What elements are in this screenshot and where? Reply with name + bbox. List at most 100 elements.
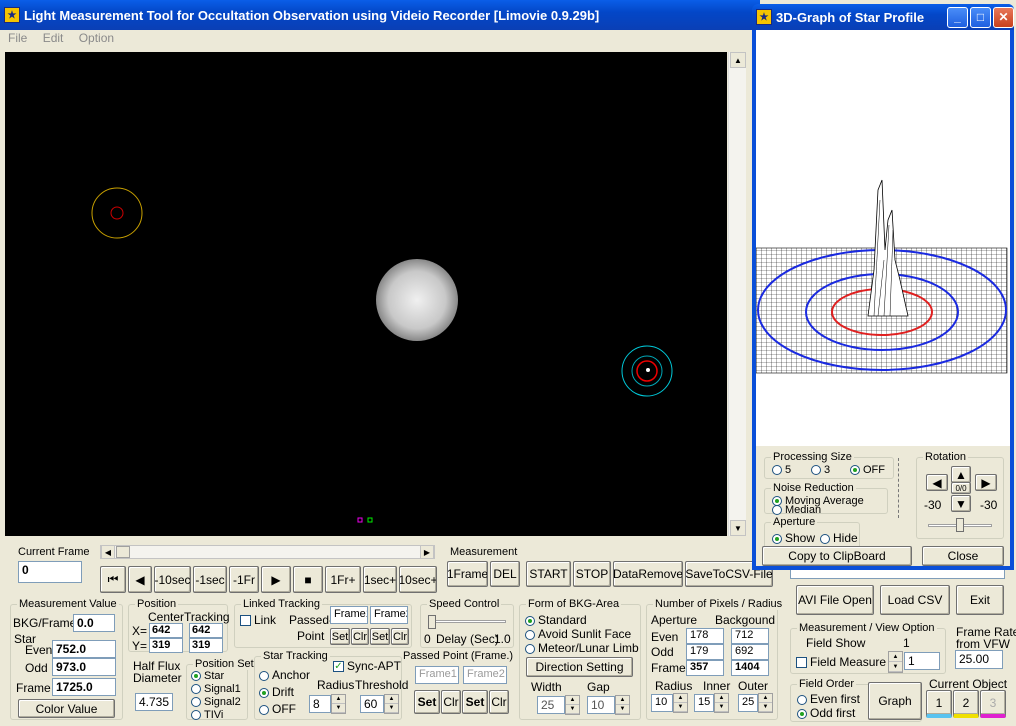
radio-standard[interactable] [525,615,535,626]
minimize-icon[interactable]: _ [947,6,968,28]
radio-tivi[interactable] [191,710,201,721]
position-set-signal1[interactable]: Signal1 [191,683,241,695]
scroll-up-button[interactable]: ▲ [730,52,746,68]
linked-clr1-button[interactable]: Clr [351,628,369,645]
video-frame[interactable] [5,52,727,536]
radio-median[interactable] [772,505,782,516]
threshold-spinner[interactable]: ▲ ▼ [384,694,399,714]
threshold-field[interactable]: 60 [360,695,384,713]
radio-even-first[interactable] [797,694,807,705]
menu-option[interactable]: Option [79,31,114,45]
minus-1fr-button[interactable]: -1Fr [229,566,259,593]
bkg-meteor-limb[interactable]: Meteor/Lunar Limb [525,641,639,655]
even-first-option[interactable]: Even first [797,692,860,706]
bkg-width-spinner[interactable]: ▲ ▼ [565,695,580,715]
close-icon[interactable]: ✕ [993,6,1014,28]
del-button[interactable]: DEL [490,561,520,587]
plus-1fr-button[interactable]: 1Fr+ [325,566,361,593]
radio-proc-off[interactable] [850,465,860,476]
exit-button[interactable]: Exit [956,585,1004,615]
passed-frame1-field[interactable]: Frame1 [415,666,459,684]
sync-apt-check[interactable]: ✓ [333,661,344,673]
passed-set1-button[interactable]: Set [414,690,440,714]
avi-file-open-button[interactable]: AVI File Open [796,585,874,615]
field-measure-checkbox[interactable]: Field Measure [796,655,886,669]
star-tracking-off[interactable]: OFF [259,702,296,716]
plus-10sec-button[interactable]: 10sec+ [399,566,437,593]
proc-size-5[interactable]: 5 [772,464,791,476]
one-frame-button[interactable]: 1Frame [447,561,488,587]
passed-set2-button[interactable]: Set [462,690,488,714]
graph-button[interactable]: Graph [868,682,922,720]
radio-star[interactable] [191,671,201,682]
bkg-gap-spinner[interactable]: ▲ ▼ [615,695,630,715]
rotate-left-button[interactable]: ◀ [926,474,948,491]
first-frame-button[interactable]: ⏮ [100,566,126,593]
aperture-show[interactable]: Show [772,531,815,545]
start-button[interactable]: START [526,561,571,587]
rotate-right-button[interactable]: ▶ [975,474,997,491]
menu-edit[interactable]: Edit [43,31,64,45]
radio-drift[interactable] [259,687,269,698]
inner-radius-field[interactable]: 15 [694,694,714,712]
object-1-button[interactable]: 1 [926,690,952,718]
radio-meteor-limb[interactable] [525,643,535,654]
data-remove-button[interactable]: DataRemove [613,561,683,587]
inner-radius-spinner[interactable]: ▲ ▼ [714,693,729,713]
rotate-up-button[interactable]: ▲ [951,466,971,483]
radio-proc-3[interactable] [811,465,821,476]
outer-radius-spinner[interactable]: ▲ ▼ [758,693,773,713]
star-tracking-drift[interactable]: Drift [259,685,294,699]
bkg-gap-field[interactable]: 10 [587,696,615,714]
aperture-radius-field[interactable]: 10 [651,694,673,712]
bkg-standard[interactable]: Standard [525,613,587,627]
bkg-avoid-sunlit[interactable]: Avoid Sunlit Face [525,627,631,641]
radio-aperture-show[interactable] [772,533,782,544]
linked-frame1-field[interactable]: Frame1 [330,606,368,624]
maximize-icon[interactable]: □ [970,6,991,28]
slider-right-button[interactable]: ▶ [420,545,434,559]
radio-odd-first[interactable] [797,708,807,719]
tracking-radius-field[interactable]: 8 [309,695,331,713]
link-check[interactable] [240,615,251,627]
scroll-down-button[interactable]: ▼ [730,520,746,536]
field-measure-check[interactable] [796,657,807,669]
play-button[interactable]: ▶ [261,566,291,593]
position-set-tivi[interactable]: TIVi [191,709,223,721]
video-vertical-scrollbar[interactable]: ▲ ▼ [728,52,746,536]
radio-avoid-sunlit[interactable] [525,629,535,640]
color-value-button[interactable]: Color Value [18,699,115,718]
proc-size-off[interactable]: OFF [850,464,885,476]
star-tracking-anchor[interactable]: Anchor [259,668,310,682]
bkg-width-field[interactable]: 25 [537,696,565,714]
current-frame-field[interactable]: 0 [18,561,82,583]
direction-setting-button[interactable]: Direction Setting [526,657,633,677]
radio-signal2[interactable] [191,697,201,708]
stop-button[interactable]: STOP [573,561,611,587]
aperture-radius-spinner[interactable]: ▲ ▼ [673,693,688,713]
aperture-hide[interactable]: Hide [820,531,858,545]
slider-thumb[interactable] [116,546,130,558]
linked-set1-button[interactable]: Set [330,628,350,645]
outer-radius-field[interactable]: 25 [738,694,758,712]
passed-clr2-button[interactable]: Clr [489,690,509,714]
noise-median[interactable]: Median [772,504,821,516]
radio-anchor[interactable] [259,670,269,681]
radio-aperture-hide[interactable] [820,533,830,544]
radio-signal1[interactable] [191,684,201,695]
slider-left-button[interactable]: ◀ [101,545,115,559]
frame-slider[interactable]: ◀ ▶ [100,545,435,559]
plus-1sec-button[interactable]: 1sec+ [363,566,397,593]
linked-clr2-button[interactable]: Clr [391,628,409,645]
stop-play-button[interactable]: ■ [293,566,323,593]
sync-apt-checkbox[interactable]: ✓ Sync-APT [333,659,401,673]
proc-size-3[interactable]: 3 [811,464,830,476]
load-csv-button[interactable]: Load CSV [880,585,950,615]
copy-clipboard-button[interactable]: Copy to ClipBoard [762,546,912,566]
menu-file[interactable]: File [8,31,27,45]
passed-clr1-button[interactable]: Clr [441,690,461,714]
odd-first-option[interactable]: Odd first [797,706,855,720]
rotate-down-button[interactable]: ▼ [951,495,971,512]
rotation-slider[interactable] [928,518,992,532]
passed-frame2-field[interactable]: Frame2 [463,666,507,684]
